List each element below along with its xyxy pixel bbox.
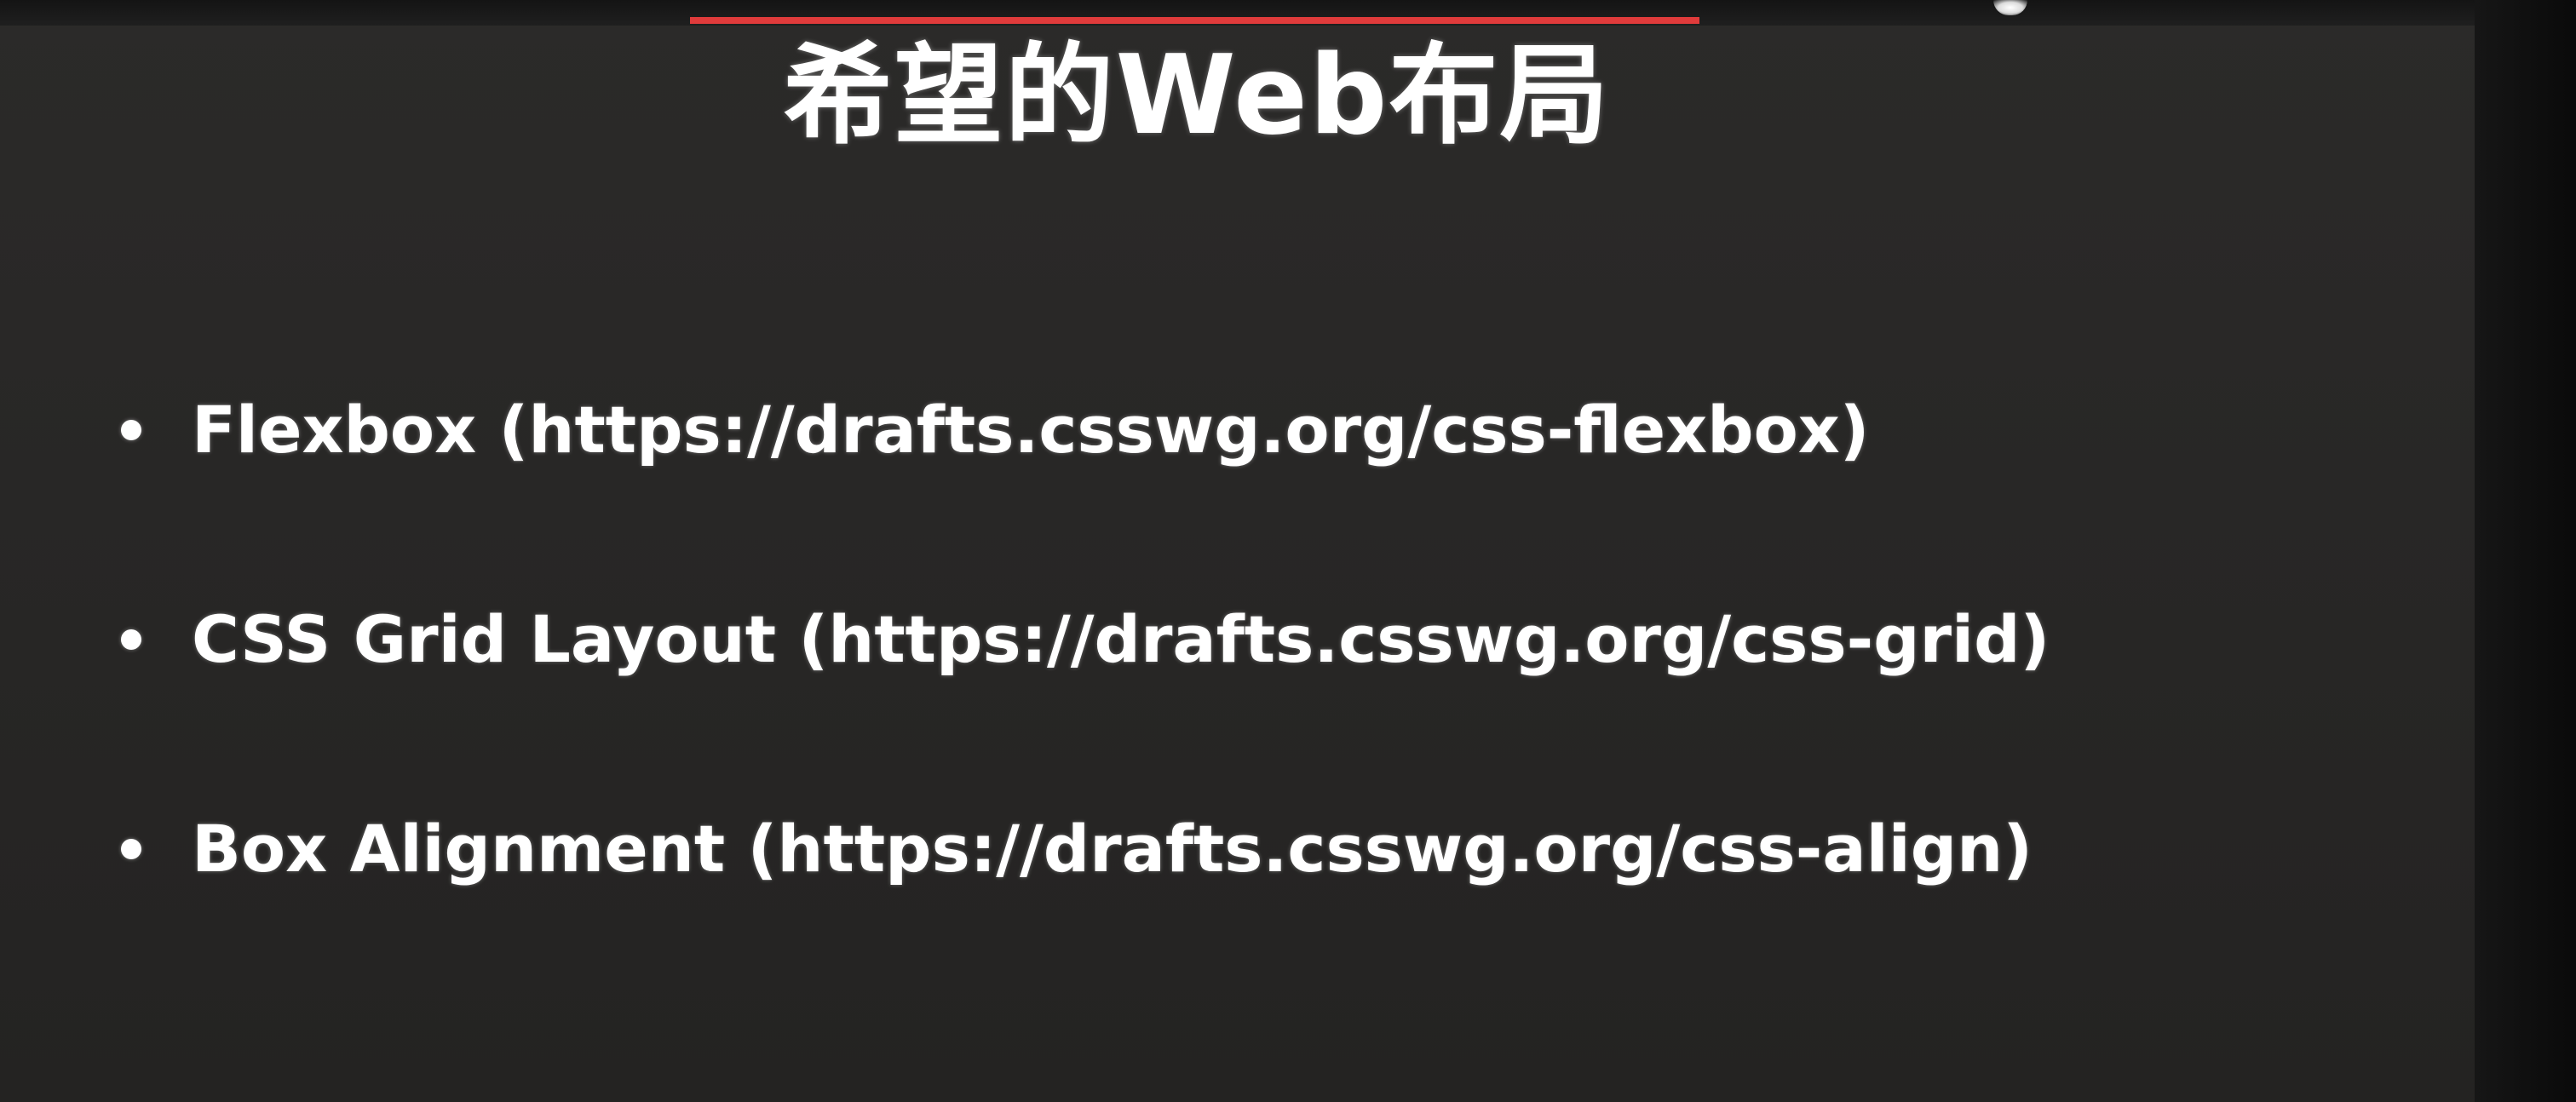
- bullet-text: Box Alignment (https://drafts.csswg.org/…: [192, 811, 2033, 887]
- bullet-item-align: Box Alignment (https://drafts.csswg.org/…: [111, 806, 2050, 892]
- bullet-list: Flexbox (https://drafts.csswg.org/css-fl…: [111, 387, 2050, 892]
- bullet-text: Flexbox (https://drafts.csswg.org/css-fl…: [192, 392, 1870, 468]
- bullet-icon: [121, 629, 141, 650]
- projected-slide: 希望的Web布局 Flexbox (https://drafts.csswg.o…: [0, 0, 2576, 1102]
- slide-title: 希望的Web布局: [783, 32, 1611, 159]
- screen-edge: [2475, 0, 2576, 1102]
- bullet-item-flexbox: Flexbox (https://drafts.csswg.org/css-fl…: [111, 387, 2050, 473]
- bullet-text: CSS Grid Layout (https://drafts.csswg.or…: [192, 601, 2050, 677]
- title-accent-bar: [690, 0, 1699, 24]
- bullet-icon: [121, 420, 141, 440]
- bullet-item-grid: CSS Grid Layout (https://drafts.csswg.or…: [111, 597, 2050, 682]
- bullet-icon: [121, 839, 141, 859]
